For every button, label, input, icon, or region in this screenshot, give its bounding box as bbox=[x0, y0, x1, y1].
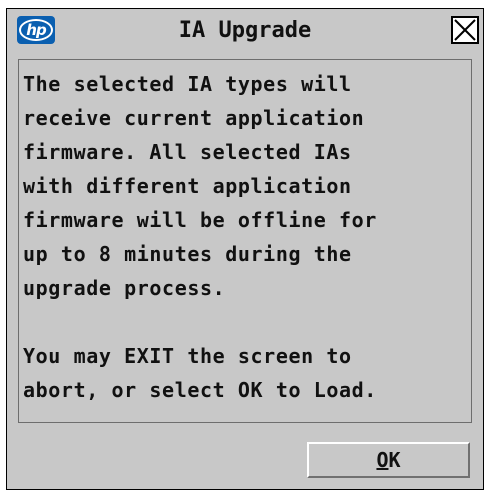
close-button[interactable] bbox=[451, 16, 479, 44]
ok-mnemonic: O bbox=[376, 448, 389, 472]
message-line: receive current application bbox=[23, 106, 365, 130]
dialog-title: IA Upgrade bbox=[178, 18, 312, 43]
ok-label-rest: K bbox=[388, 448, 401, 472]
message-line: The selected IA types will bbox=[23, 72, 352, 96]
message-line: with different application bbox=[23, 174, 352, 198]
hp-logo-text: hp bbox=[19, 19, 53, 41]
message-line: abort, or select OK to Load. bbox=[23, 378, 377, 402]
message-line: firmware will be offline for bbox=[23, 208, 377, 232]
message-line-blank bbox=[23, 310, 471, 344]
ia-upgrade-dialog: hp IA Upgrade The selected IA types will… bbox=[6, 8, 484, 490]
title-bar: hp IA Upgrade bbox=[7, 9, 483, 51]
message-box: The selected IA types will receive curre… bbox=[18, 59, 472, 423]
close-icon bbox=[454, 19, 476, 41]
message-line: firmware. All selected IAs bbox=[23, 140, 352, 164]
hp-logo-icon: hp bbox=[17, 16, 55, 44]
ok-button[interactable]: OK bbox=[307, 442, 470, 478]
message-line: up to 8 minutes during the bbox=[23, 242, 352, 266]
message-line: You may EXIT the screen to bbox=[23, 344, 352, 368]
message-line: upgrade process. bbox=[23, 276, 226, 300]
